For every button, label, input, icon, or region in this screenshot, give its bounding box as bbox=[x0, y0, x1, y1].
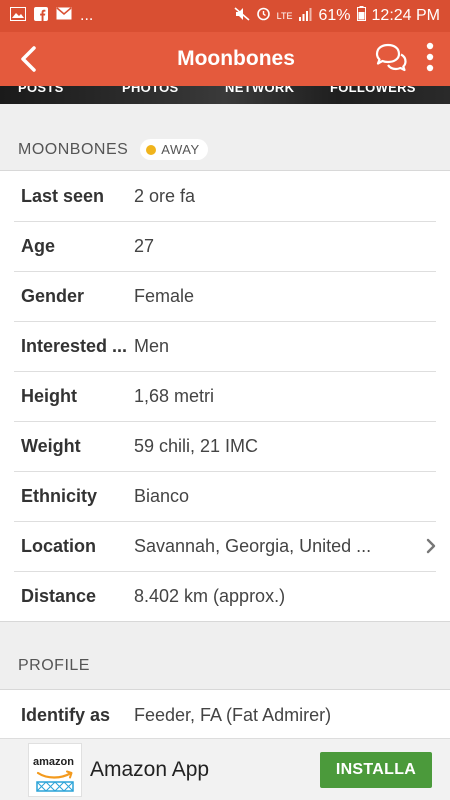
profile-heading: PROFILE bbox=[18, 657, 90, 674]
signal-icon bbox=[298, 7, 312, 26]
back-arrow-icon bbox=[21, 46, 36, 72]
detail-row-weight: Weight 59 chili, 21 IMC bbox=[0, 421, 450, 471]
more-notifications: ... bbox=[80, 7, 94, 24]
gallery-icon bbox=[10, 6, 26, 26]
detail-value: 2 ore fa bbox=[134, 185, 196, 206]
app-bar: Moonbones bbox=[0, 32, 450, 86]
detail-row-interested-in: Interested ... Men bbox=[0, 321, 450, 371]
detail-row-distance: Distance 8.402 km (approx.) bbox=[0, 571, 450, 621]
detail-value: 59 chili, 21 IMC bbox=[134, 435, 259, 456]
status-text: AWAY bbox=[161, 142, 200, 157]
overflow-menu-button[interactable] bbox=[426, 42, 434, 77]
logo-text: amazon bbox=[33, 755, 74, 768]
detail-label: Last seen bbox=[21, 185, 105, 206]
profile-tabs: POSTS PHOTOS NETWORK FOLLOWERS bbox=[0, 86, 450, 104]
detail-row-ethnicity: Ethnicity Bianco bbox=[0, 471, 450, 521]
ad-banner[interactable]: amazon Amazon App INSTALLA bbox=[0, 738, 450, 800]
chat-button[interactable] bbox=[374, 42, 408, 77]
status-dot-icon bbox=[146, 144, 157, 155]
detail-row-location[interactable]: Location Savannah, Georgia, United ... bbox=[0, 521, 450, 571]
facebook-icon bbox=[34, 6, 48, 26]
chevron-right-icon bbox=[426, 538, 436, 559]
profile-section-header: PROFILE bbox=[18, 657, 90, 675]
status-badge: AWAY bbox=[140, 139, 208, 160]
status-bar: ... LTE 61% 12:24 PM bbox=[0, 0, 450, 32]
alarm-icon bbox=[256, 6, 271, 26]
detail-value: Feeder, FA (Fat Admirer) bbox=[134, 704, 332, 725]
battery-icon bbox=[356, 6, 366, 26]
detail-label: Interested ... bbox=[21, 335, 128, 356]
user-section-header: MOONBONES AWAY bbox=[18, 139, 208, 160]
install-button[interactable]: INSTALLA bbox=[320, 751, 432, 788]
detail-value: 8.402 km (approx.) bbox=[134, 585, 286, 606]
detail-label: Location bbox=[21, 535, 96, 556]
detail-label: Distance bbox=[21, 585, 97, 606]
detail-row-height: Height 1,68 metri bbox=[0, 371, 450, 421]
more-vertical-icon bbox=[426, 42, 434, 71]
tab-followers[interactable]: FOLLOWERS bbox=[330, 86, 416, 95]
detail-value: Savannah, Georgia, United ... bbox=[134, 535, 372, 556]
chat-bubbles-icon bbox=[375, 43, 407, 71]
details-card: Last seen 2 ore fa Age 27 Gender Female … bbox=[0, 170, 450, 622]
ad-app-name: Amazon App bbox=[90, 757, 210, 781]
clock: 12:24 PM bbox=[371, 7, 440, 24]
page-title: Moonbones bbox=[177, 47, 295, 70]
amazon-smile-icon bbox=[36, 770, 74, 792]
tab-photos[interactable]: PHOTOS bbox=[122, 86, 178, 95]
detail-label: Ethnicity bbox=[21, 485, 98, 506]
detail-label: Height bbox=[21, 385, 77, 406]
detail-value: 27 bbox=[134, 235, 155, 256]
detail-value: Bianco bbox=[134, 485, 190, 506]
detail-row-last-seen: Last seen 2 ore fa bbox=[0, 171, 450, 221]
tab-network[interactable]: NETWORK bbox=[225, 86, 294, 95]
amazon-app-logo: amazon bbox=[28, 742, 82, 797]
battery-percent: 61% bbox=[318, 7, 351, 24]
detail-row-gender: Gender Female bbox=[0, 271, 450, 321]
network-type: LTE bbox=[276, 10, 293, 21]
detail-label: Age bbox=[21, 235, 56, 256]
profile-row-identify-as: Identify as Feeder, FA (Fat Admirer) bbox=[0, 690, 450, 740]
detail-label: Weight bbox=[21, 435, 81, 456]
detail-value: Men bbox=[134, 335, 170, 356]
detail-value: Female bbox=[134, 285, 195, 306]
mute-icon bbox=[234, 6, 250, 26]
back-button[interactable] bbox=[0, 32, 56, 86]
detail-label: Gender bbox=[21, 285, 85, 306]
detail-label: Identify as bbox=[21, 704, 111, 725]
detail-value: 1,68 metri bbox=[134, 385, 215, 406]
detail-row-age: Age 27 bbox=[0, 221, 450, 271]
tab-posts[interactable]: POSTS bbox=[18, 86, 64, 95]
gmail-icon bbox=[56, 7, 72, 25]
username-heading: MOONBONES bbox=[18, 140, 129, 158]
